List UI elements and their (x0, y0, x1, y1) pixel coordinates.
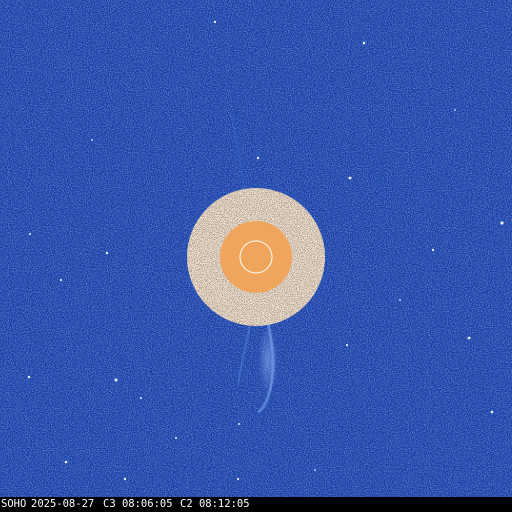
star-dot (105, 251, 109, 255)
star-dot (175, 437, 177, 439)
star-dot (431, 248, 435, 252)
star-dot (362, 41, 366, 45)
occulter-disk (220, 221, 292, 293)
star-dot (140, 397, 142, 399)
caption-bar: SOHO 2025-08-27 C3 08:06:05 C2 08:12:05 (0, 497, 512, 512)
star-dot (500, 221, 504, 225)
star-dot (314, 469, 316, 471)
star-dot (91, 139, 93, 141)
star-dot (238, 423, 240, 425)
star-dot (467, 336, 471, 340)
star-dot (213, 20, 217, 24)
observatory-label: SOHO (1, 498, 27, 510)
star-dot (236, 477, 240, 481)
star-dot (348, 176, 352, 180)
star-dot (27, 375, 31, 379)
star-dot (490, 410, 494, 414)
star-dot (454, 109, 456, 111)
c3-time-label: C3 08:06:05 (103, 498, 173, 510)
star-dot (399, 299, 401, 301)
streamer-glow-south (258, 325, 278, 395)
star-dot (123, 477, 127, 481)
star-dot (29, 233, 31, 235)
star-dot (256, 156, 260, 160)
c2-field (187, 188, 325, 326)
coronagraph-canvas (0, 0, 512, 497)
coronagraph-image: SOHO 2025-08-27 C3 08:06:05 C2 08:12:05 (0, 0, 512, 512)
star-dot (59, 278, 63, 282)
star-dot (345, 343, 349, 347)
star-dot (114, 378, 118, 382)
date-label: 2025-08-27 (31, 498, 95, 510)
c2-time-label: C2 08:12:05 (180, 498, 250, 510)
star-dot (64, 460, 68, 464)
